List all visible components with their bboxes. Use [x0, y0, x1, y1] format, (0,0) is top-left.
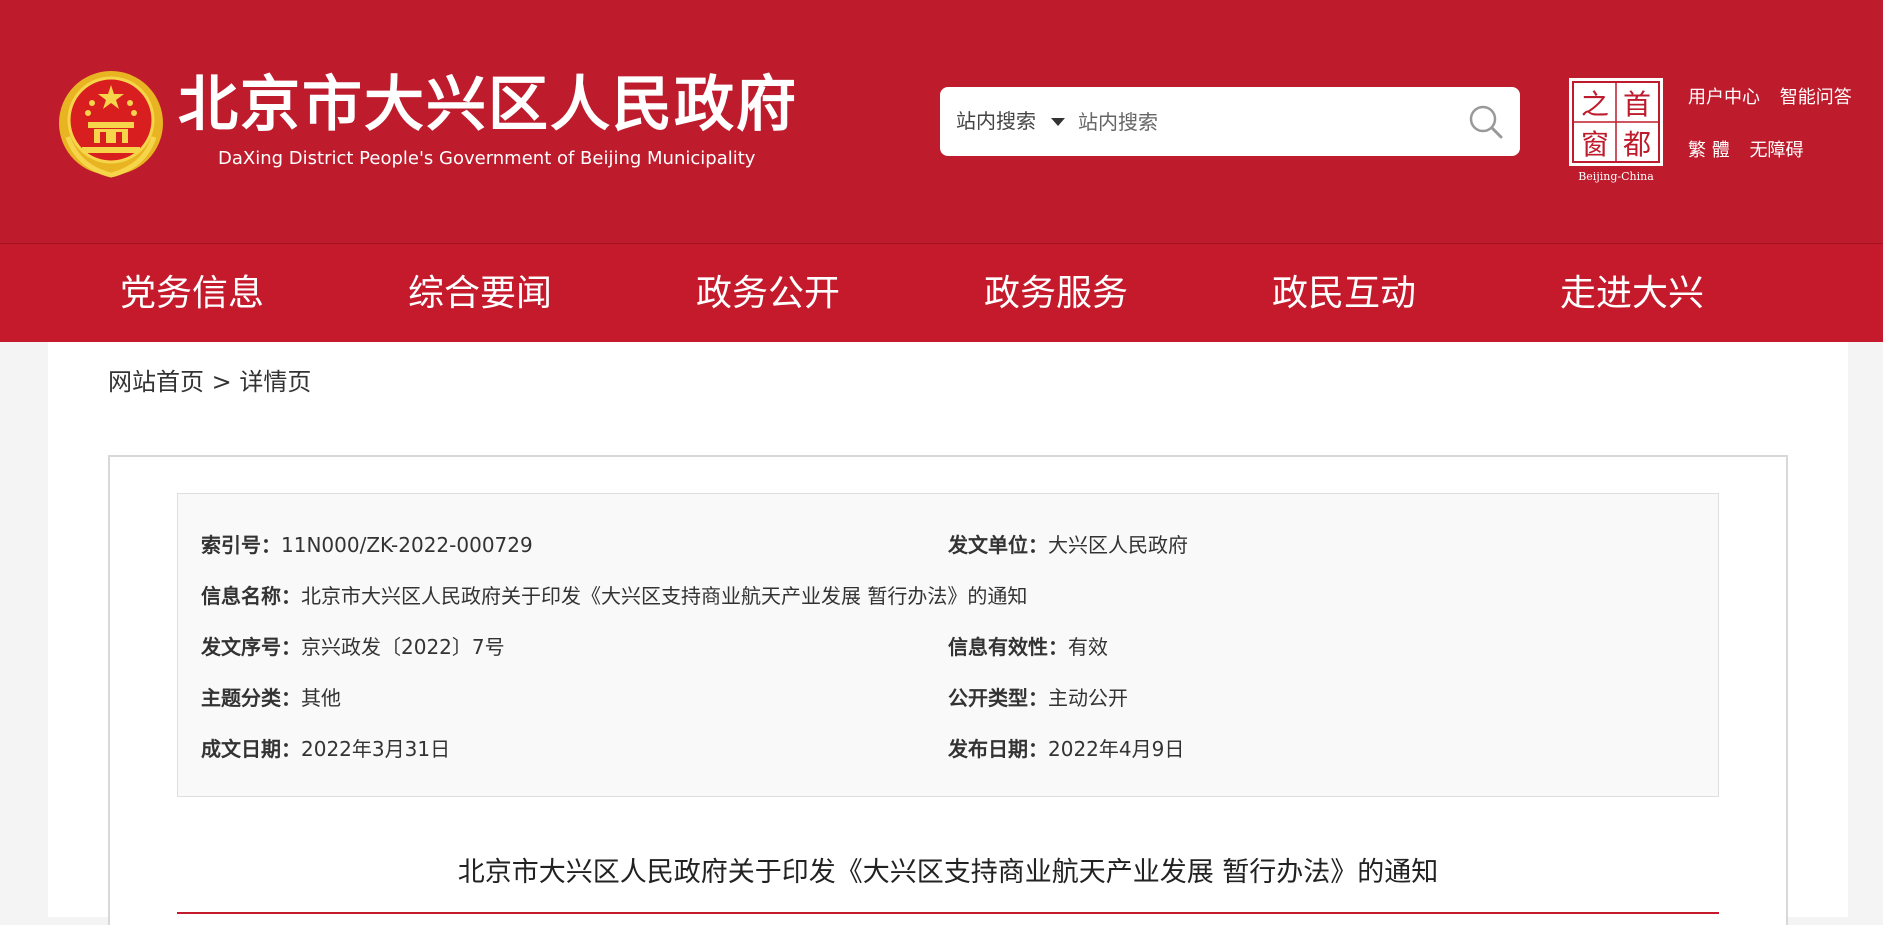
meta-label: 发文序号： — [201, 635, 301, 659]
meta-label: 信息名称： — [201, 584, 301, 608]
meta-doc-no: 发文序号：京兴政发〔2022〕7号 — [201, 633, 505, 661]
breadcrumb-current: 详情页 — [239, 368, 312, 396]
traditional-chinese-link[interactable]: 繁 體 — [1688, 140, 1730, 161]
capital-char-3: 都 — [1623, 128, 1651, 161]
nav-item-news[interactable]: 综合要闻 — [408, 244, 552, 343]
title-divider — [177, 912, 1719, 914]
meta-value: 京兴政发〔2022〕7号 — [301, 635, 505, 659]
capital-char-1: 首 — [1623, 88, 1651, 121]
nav-item-party-affairs[interactable]: 党务信息 — [120, 244, 264, 343]
meta-value: 大兴区人民政府 — [1048, 533, 1188, 557]
caret-down-icon[interactable] — [1051, 118, 1065, 126]
meta-label: 信息有效性： — [948, 635, 1068, 659]
meta-label: 发布日期： — [948, 737, 1048, 761]
main-nav: 党务信息 综合要闻 政务公开 政务服务 政民互动 走进大兴 — [0, 243, 1883, 342]
meta-value: 有效 — [1068, 635, 1108, 659]
breadcrumb-separator: > — [211, 368, 232, 396]
nav-item-interaction[interactable]: 政民互动 — [1272, 244, 1416, 343]
national-emblem-icon — [59, 71, 163, 178]
smart-qa-link[interactable]: 智能问答 — [1780, 87, 1852, 108]
top-links: 用户中心 智能问答 繁 體 无障碍 — [1688, 82, 1866, 188]
meta-info-name: 信息名称：北京市大兴区人民政府关于印发《大兴区支持商业航天产业发展 暂行办法》的… — [201, 582, 1027, 610]
meta-value: 北京市大兴区人民政府关于印发《大兴区支持商业航天产业发展 暂行办法》的通知 — [301, 584, 1028, 608]
search-scope-dropdown[interactable]: 站内搜索 — [956, 87, 1036, 156]
accessibility-link[interactable]: 无障碍 — [1749, 140, 1803, 161]
meta-value: 主动公开 — [1048, 686, 1128, 710]
capital-caption: Beijing-China — [1578, 170, 1654, 183]
capital-window-logo[interactable]: 首 之 都 窗 Beijing-China — [1563, 76, 1669, 184]
meta-label: 发文单位： — [948, 533, 1048, 557]
search-input[interactable] — [1076, 99, 1446, 144]
search-box: 站内搜索 — [940, 87, 1520, 156]
meta-index-no: 索引号：11N000/ZK-2022-000729 — [201, 531, 533, 559]
meta-category: 主题分类：其他 — [201, 684, 341, 712]
meta-label: 索引号： — [201, 533, 281, 557]
meta-value: 其他 — [301, 686, 341, 710]
capital-char-2: 之 — [1581, 88, 1609, 121]
meta-written-date: 成文日期：2022年3月31日 — [201, 735, 450, 763]
site-title: 北京市大兴区人民政府 — [178, 70, 798, 140]
site-subtitle: DaXing District People's Government of B… — [218, 148, 756, 169]
nav-item-about-daxing[interactable]: 走进大兴 — [1560, 244, 1704, 343]
meta-publish-date: 发布日期：2022年4月9日 — [948, 735, 1184, 763]
nav-item-gov-disclosure[interactable]: 政务公开 — [696, 244, 840, 343]
user-center-link[interactable]: 用户中心 — [1688, 87, 1760, 108]
meta-value: 11N000/ZK-2022-000729 — [281, 533, 533, 557]
nav-item-gov-services[interactable]: 政务服务 — [984, 244, 1128, 343]
meta-issuer: 发文单位：大兴区人民政府 — [948, 531, 1188, 559]
search-icon[interactable] — [1468, 104, 1504, 140]
meta-value: 2022年3月31日 — [301, 737, 451, 761]
article-title: 北京市大兴区人民政府关于印发《大兴区支持商业航天产业发展 暂行办法》的通知 — [457, 857, 1439, 888]
meta-label: 主题分类： — [201, 686, 301, 710]
site-header: 北京市大兴区人民政府 DaXing District People's Gove… — [0, 0, 1883, 243]
meta-value: 2022年4月9日 — [1048, 737, 1185, 761]
meta-label: 成文日期： — [201, 737, 301, 761]
breadcrumb-home-link[interactable]: 网站首页 — [108, 368, 204, 396]
meta-disclosure-type: 公开类型：主动公开 — [948, 684, 1128, 712]
capital-char-4: 窗 — [1581, 128, 1609, 161]
meta-validity: 信息有效性：有效 — [948, 633, 1108, 661]
meta-label: 公开类型： — [948, 686, 1048, 710]
breadcrumb: 网站首页 > 详情页 — [108, 362, 311, 397]
